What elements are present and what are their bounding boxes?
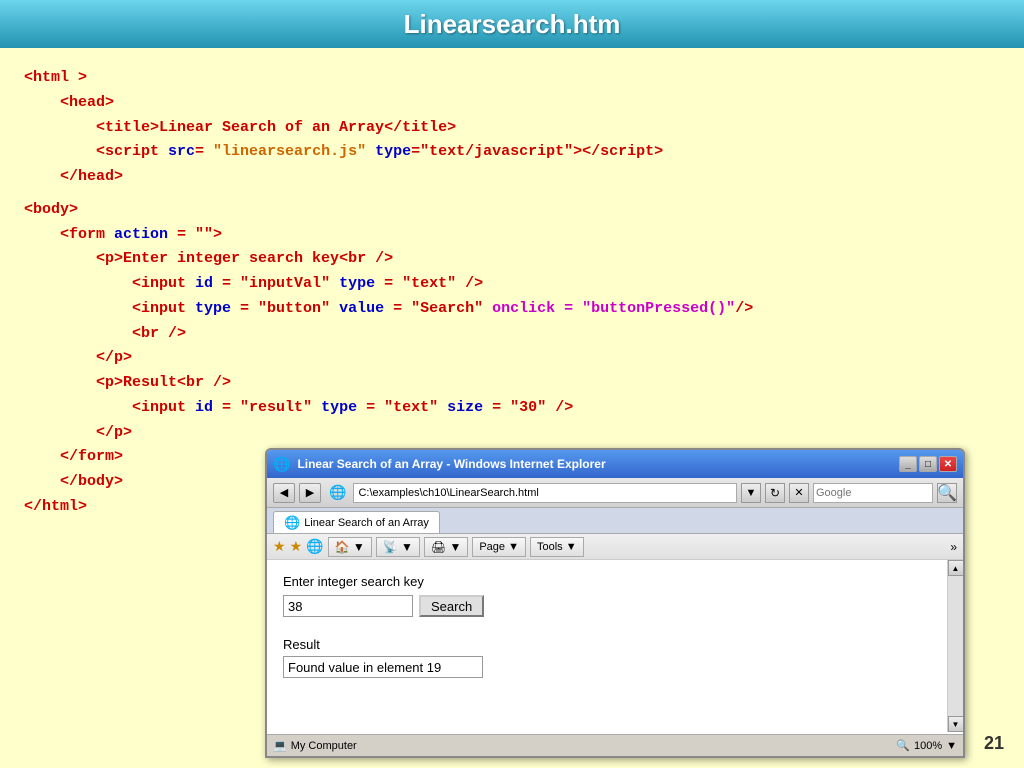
minimize-button[interactable]: _	[899, 456, 917, 472]
search-input[interactable]	[283, 595, 413, 617]
scroll-down-button[interactable]: ▼	[948, 716, 964, 732]
browser-window: 🌐 Linear Search of an Array - Windows In…	[265, 448, 965, 758]
refresh-button[interactable]: ↻	[765, 483, 785, 503]
code-line-3: <title>Linear Search of an Array</title>	[96, 116, 1000, 141]
zoom-icon: 🔍	[896, 739, 910, 752]
form-label: Enter integer search key	[283, 574, 947, 589]
code-line-11: <br />	[132, 322, 1000, 347]
slide-header: Linearsearch.htm	[0, 0, 1024, 48]
code-line-7: <form action = "">	[60, 223, 1000, 248]
add-favorites-icon: ★	[290, 538, 303, 555]
status-text: My Computer	[291, 740, 357, 752]
code-line-9: <input id = "inputVal" type = "text" />	[132, 272, 1000, 297]
zoom-dropdown-icon[interactable]: ▼	[946, 740, 957, 752]
browser-content-area: Enter integer search key Search Result ▲…	[267, 560, 963, 732]
close-button[interactable]: ✕	[939, 456, 957, 472]
code-line-2: <head>	[60, 91, 1000, 116]
expand-button[interactable]: »	[950, 540, 957, 554]
zoom-level: 100%	[914, 740, 942, 752]
feeds-button[interactable]: 📡 ▼	[376, 537, 420, 557]
nav-toolbar: ◀ ▶ 🌐 C:\examples\ch10\LinearSearch.html…	[267, 478, 963, 508]
code-line-10: <input type = "button" value = "Search" …	[132, 297, 1000, 322]
tab-bar: 🌐 Linear Search of an Array	[267, 508, 963, 534]
maximize-button[interactable]: □	[919, 456, 937, 472]
home-button[interactable]: 🏠 ▼	[328, 537, 372, 557]
browser-title: Linear Search of an Array - Windows Inte…	[297, 457, 895, 471]
tab-label: Linear Search of an Array	[304, 517, 429, 529]
browser-titlebar: 🌐 Linear Search of an Array - Windows In…	[267, 450, 963, 478]
address-dropdown-button[interactable]: ▼	[741, 483, 761, 503]
ie-icon-toolbar: 🌐	[306, 538, 323, 555]
address-ie-icon: 🌐	[329, 484, 346, 501]
main-content: <html > <head> <title>Linear Search of a…	[0, 48, 1024, 768]
print-button[interactable]: 🖨 ▼	[424, 537, 468, 557]
search-button[interactable]: Search	[419, 595, 484, 617]
ie-logo-icon: 🌐	[273, 456, 290, 473]
scroll-up-button[interactable]: ▲	[948, 560, 964, 576]
back-button[interactable]: ◀	[273, 483, 295, 503]
code-line-4: <script src= "linearsearch.js" type="tex…	[96, 140, 1000, 165]
stop-button[interactable]: ✕	[789, 483, 809, 503]
slide-title: Linearsearch.htm	[404, 9, 621, 40]
code-line-15: </p>	[96, 421, 1000, 446]
secondary-toolbar: ★ ★ 🌐 🏠 ▼ 📡 ▼ 🖨 ▼ Page ▼ Tools ▼ »	[267, 534, 963, 560]
search-form-row: Search	[283, 595, 947, 617]
search-go-button[interactable]: 🔍	[937, 483, 957, 503]
code-line-1: <html >	[24, 66, 1000, 91]
result-label: Result	[283, 637, 947, 652]
browser-tab[interactable]: 🌐 Linear Search of an Array	[273, 511, 440, 533]
browser-statusbar: 💻 My Computer 🔍 100% ▼	[267, 734, 963, 756]
forward-button[interactable]: ▶	[299, 483, 321, 503]
code-line-12: </p>	[96, 346, 1000, 371]
code-line-8: <p>Enter integer search key<br />	[96, 247, 1000, 272]
browser-body: Enter integer search key Search Result	[267, 560, 963, 620]
browser-scrollbar: ▲ ▼	[947, 560, 963, 732]
code-line-13: <p>Result<br />	[96, 371, 1000, 396]
address-text: C:\examples\ch10\LinearSearch.html	[358, 487, 538, 499]
result-input[interactable]	[283, 656, 483, 678]
code-line-14: <input id = "result" type = "text" size …	[132, 396, 1000, 421]
status-computer-icon: 💻 My Computer	[273, 739, 357, 752]
tab-ie-icon: 🌐	[284, 515, 300, 531]
scroll-track	[948, 576, 964, 716]
code-line-6: <body>	[24, 198, 1000, 223]
favorites-star-icon: ★	[273, 538, 286, 555]
page-button[interactable]: Page ▼	[472, 537, 526, 557]
computer-icon: 💻	[273, 739, 287, 752]
address-bar[interactable]: C:\examples\ch10\LinearSearch.html	[353, 483, 737, 503]
tools-button[interactable]: Tools ▼	[530, 537, 584, 557]
google-search-input[interactable]	[813, 483, 933, 503]
window-controls: _ □ ✕	[899, 456, 957, 472]
code-line-5: </head>	[60, 165, 1000, 190]
page-number: 21	[984, 733, 1004, 754]
zoom-control: 🔍 100% ▼	[896, 739, 957, 752]
